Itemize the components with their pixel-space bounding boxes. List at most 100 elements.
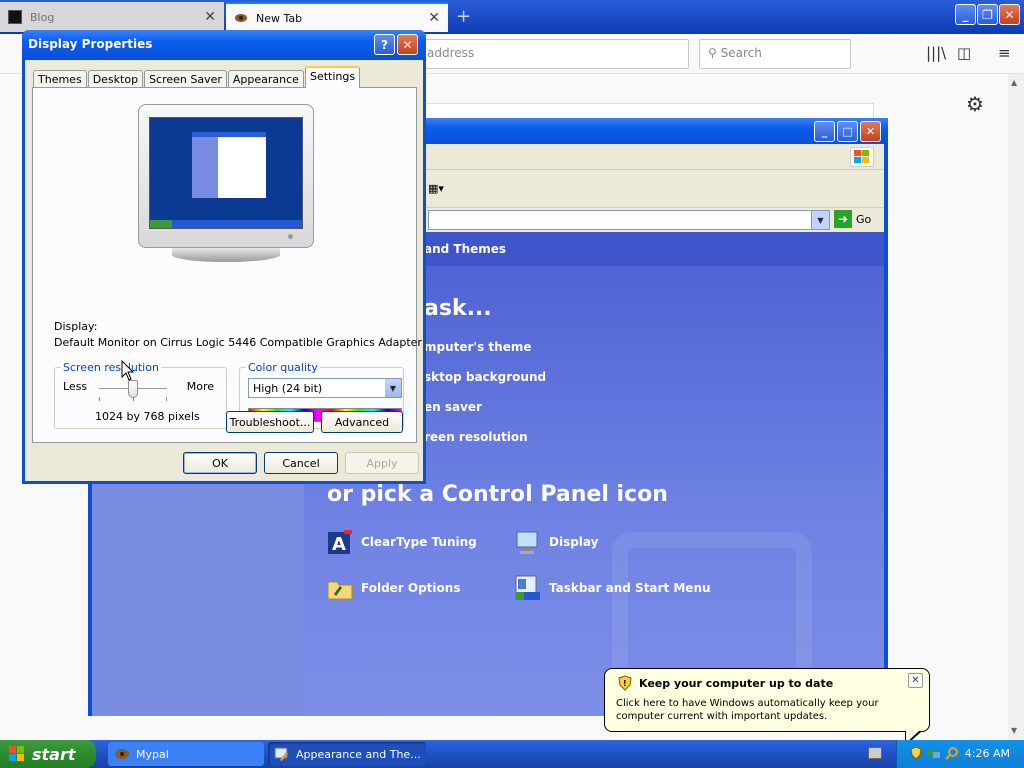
resolution-slider-thumb[interactable] <box>128 380 138 398</box>
browser-scrollbar[interactable]: ▲ ▼ <box>1008 74 1024 740</box>
go-button[interactable]: ➜ Go <box>834 210 871 228</box>
color-quality-value: High (24 bit) <box>253 382 323 395</box>
balloon-close-button[interactable]: ✕ <box>908 673 923 688</box>
task-screen-saver[interactable]: en saver <box>424 400 482 414</box>
taskbar-start-menu-link[interactable]: Taskbar and Start Menu <box>513 573 711 603</box>
taskbar-item-label: Mypal <box>136 747 169 761</box>
category-title: and Themes <box>424 242 507 256</box>
tab-desktop[interactable]: Desktop <box>87 70 144 88</box>
url-input[interactable]: address <box>412 39 689 69</box>
power-light-icon <box>288 234 293 239</box>
troubleshoot-button[interactable]: Troubleshoot... <box>226 411 314 433</box>
task-desktop-background[interactable]: sktop background <box>424 370 546 384</box>
tab-label: New Tab <box>256 11 303 25</box>
folder-options-icon <box>325 573 355 603</box>
display-label: Display: <box>54 320 98 333</box>
start-label: start <box>32 744 76 764</box>
views-icon[interactable]: ▦▾ <box>428 182 444 195</box>
system-tray: 4:26 AM <box>896 740 1024 768</box>
display-properties-dialog: Display Properties ? ✕ Themes Desktop Sc… <box>22 30 426 484</box>
taskbar-item-mypal[interactable]: Mypal <box>108 742 264 766</box>
screen-resolution-legend: Screen resolution <box>61 361 161 374</box>
close-button[interactable]: ✕ <box>999 4 1020 25</box>
task-change-theme[interactable]: mputer's theme <box>424 340 531 354</box>
minimize-button[interactable]: _ <box>955 4 976 25</box>
update-notification-balloon[interactable]: ! Keep your computer up to date ✕ Click … <box>604 668 930 746</box>
scroll-up-icon[interactable]: ▲ <box>1011 78 1017 87</box>
cp-minimize-button[interactable]: _ <box>814 121 835 142</box>
color-quality-select[interactable]: High (24 bit) ▼ <box>248 378 402 398</box>
maximize-button[interactable]: ❐ <box>977 4 998 25</box>
task-screen-resolution[interactable]: reen resolution <box>424 430 528 444</box>
svg-text:A: A <box>332 534 346 555</box>
keyboard-icon[interactable] <box>868 747 882 759</box>
tab-new-tab[interactable]: New Tab ✕ <box>226 2 448 32</box>
advanced-button[interactable]: Advanced <box>321 411 403 433</box>
security-shield-tray-icon[interactable] <box>909 746 923 760</box>
monitor-preview <box>138 104 318 266</box>
balloon-title: Keep your computer up to date <box>639 677 834 690</box>
taskbar-icon <box>513 573 543 603</box>
cancel-button[interactable]: Cancel <box>264 452 338 474</box>
screen-resolution-group: Screen resolution Less More 1024 by 768 … <box>54 361 227 429</box>
chevron-down-icon[interactable]: ▼ <box>811 211 829 229</box>
dialog-titlebar: Display Properties ? ✕ <box>22 30 426 60</box>
cp-close-button[interactable]: ✕ <box>860 121 881 142</box>
tab-settings[interactable]: Settings <box>304 66 361 88</box>
cp-address-input[interactable]: ▼ <box>428 210 830 230</box>
close-tab-icon[interactable]: ✕ <box>428 10 440 26</box>
network-tray-icon[interactable] <box>927 746 941 760</box>
dialog-title: Display Properties <box>28 37 153 51</box>
cp-maximize-button[interactable]: □ <box>837 121 858 142</box>
mouse-cursor-icon <box>121 360 135 381</box>
windows-flag-icon <box>8 745 26 763</box>
tab-blog[interactable]: Blog ✕ <box>0 2 224 32</box>
gear-icon[interactable]: ⚙ <box>966 92 984 116</box>
preview-window-sidebar <box>192 137 218 198</box>
control-panel-icon <box>274 746 290 762</box>
tab-appearance[interactable]: Appearance <box>227 70 304 88</box>
display-link[interactable]: Display <box>513 527 598 557</box>
tab-screen-saver[interactable]: Screen Saver <box>144 70 227 88</box>
monitor-bezel <box>138 104 314 248</box>
mypal-icon <box>114 746 130 762</box>
blog-favicon-icon <box>8 10 22 24</box>
preview-window <box>192 132 266 198</box>
clock[interactable]: 4:26 AM <box>965 747 1010 760</box>
help-button[interactable]: ? <box>374 34 395 55</box>
tab-label: Blog <box>30 10 55 24</box>
resolution-slider[interactable] <box>99 380 167 398</box>
sidebar-icon[interactable]: ◫ <box>957 44 971 62</box>
slider-tick <box>99 397 100 401</box>
slider-tick <box>166 397 167 401</box>
svg-text:!: ! <box>623 679 627 688</box>
scroll-down-icon[interactable]: ▼ <box>1011 726 1017 735</box>
close-tab-icon[interactable]: ✕ <box>204 9 216 25</box>
dialog-tabs: Themes Desktop Screen Saver Appearance S… <box>33 66 361 88</box>
shield-icon: ! <box>617 675 633 691</box>
new-tab-plus-icon[interactable]: + <box>456 6 471 27</box>
url-placeholder: address <box>427 46 475 60</box>
cleartype-tuning-link[interactable]: A ClearType Tuning <box>325 527 477 557</box>
balloon-message: Click here to have Windows automatically… <box>616 698 879 722</box>
pick-task-heading: ask... <box>424 296 492 321</box>
preview-taskbar <box>150 220 302 228</box>
library-icon[interactable]: |||\ <box>926 44 946 62</box>
taskbar-item-appearance-themes[interactable]: Appearance and The... <box>268 742 426 766</box>
go-arrow-icon: ➜ <box>834 210 852 228</box>
search-input[interactable]: ⚲ Search <box>699 39 851 69</box>
resolution-value: 1024 by 768 pixels <box>95 410 200 423</box>
apply-button[interactable]: Apply <box>345 452 419 474</box>
chevron-down-icon[interactable]: ▼ <box>385 379 401 397</box>
menu-icon[interactable]: ≡ <box>998 44 1011 62</box>
mypal-favicon-icon <box>234 11 248 25</box>
folder-options-link[interactable]: Folder Options <box>325 573 460 603</box>
search-tray-icon[interactable] <box>945 746 959 760</box>
icon-label: Display <box>549 535 599 549</box>
start-button[interactable]: start <box>0 740 96 768</box>
browser-tab-bar: Blog ✕ New Tab ✕ + _ ❐ ✕ <box>0 0 1024 34</box>
close-button[interactable]: ✕ <box>397 34 418 55</box>
slider-tick <box>133 397 134 401</box>
tab-themes[interactable]: Themes <box>33 70 87 88</box>
ok-button[interactable]: OK <box>183 452 257 474</box>
